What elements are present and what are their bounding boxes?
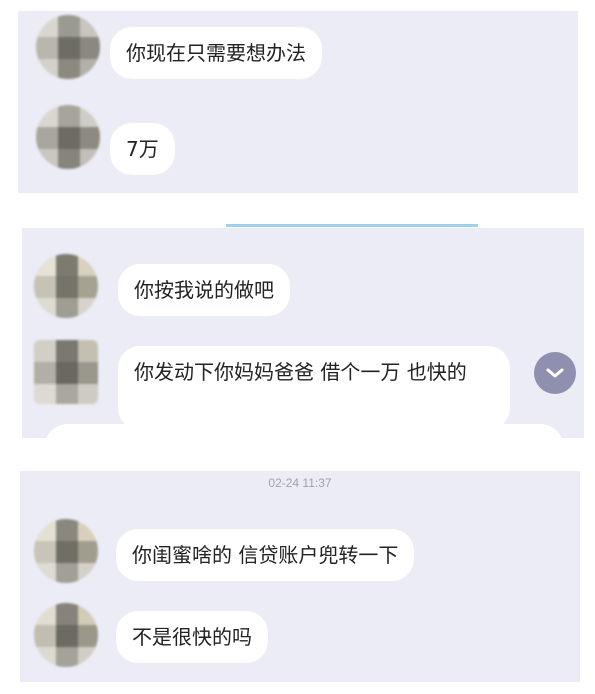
avatar[interactable] bbox=[36, 105, 100, 169]
message-bubble[interactable]: 你发动下你妈妈爸爸 借个一万 也快的 bbox=[118, 346, 510, 430]
scroll-down-button[interactable] bbox=[534, 352, 576, 394]
divider-line bbox=[226, 224, 478, 227]
message-bubble[interactable]: 7万 bbox=[110, 123, 175, 175]
message-bubble[interactable]: 你现在只需要想办法 bbox=[110, 27, 322, 79]
message-bubble[interactable]: 你闺蜜啥的 信贷账户兜转一下 bbox=[116, 529, 415, 581]
message-timestamp: 02-24 11:37 bbox=[268, 476, 332, 490]
chat-panel-1: 你现在只需要想办法 7万 bbox=[18, 11, 578, 193]
avatar[interactable] bbox=[34, 340, 98, 404]
avatar[interactable] bbox=[36, 15, 100, 79]
message-bubble[interactable]: 你按我说的做吧 bbox=[118, 264, 290, 316]
message-bubble-partial[interactable] bbox=[44, 424, 564, 438]
chat-panel-3: 02-24 11:37 你闺蜜啥的 信贷账户兜转一下 不是很快的吗 bbox=[20, 471, 580, 682]
chat-panel-2: 你按我说的做吧 你发动下你妈妈爸爸 借个一万 也快的 bbox=[22, 228, 584, 438]
avatar[interactable] bbox=[34, 603, 98, 667]
chevron-down-icon bbox=[546, 368, 564, 378]
avatar[interactable] bbox=[34, 254, 98, 318]
message-bubble[interactable]: 不是很快的吗 bbox=[116, 611, 268, 663]
avatar[interactable] bbox=[34, 519, 98, 583]
